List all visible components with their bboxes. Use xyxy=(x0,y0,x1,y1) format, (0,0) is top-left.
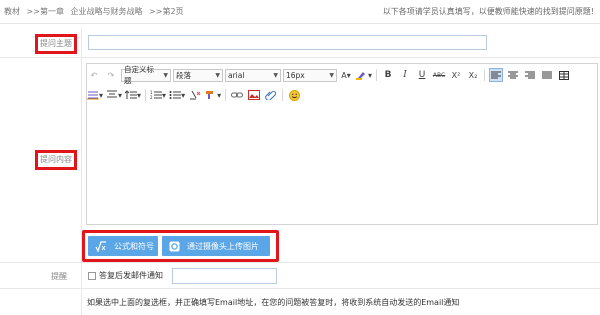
table-icon[interactable] xyxy=(557,68,571,82)
align-right-icon[interactable] xyxy=(523,68,537,82)
editor-scrollbar[interactable] xyxy=(591,108,597,224)
remove-format-icon[interactable] xyxy=(188,88,202,102)
bold-button[interactable]: B xyxy=(381,68,395,82)
email-notify-checkbox[interactable] xyxy=(88,272,96,280)
email-notify-label[interactable]: 答复后发邮件通知 xyxy=(99,270,163,281)
strikethrough-button[interactable]: ABC xyxy=(432,68,446,82)
note-row: 如果选中上面的复选框，并正确填写Email地址，在您的问题被答复时，将收到系统自… xyxy=(0,289,600,315)
heading-select[interactable]: 自定义标题 ▼ xyxy=(121,65,171,85)
format-painter-icon[interactable]: ▾ xyxy=(205,88,221,102)
emoji-icon[interactable] xyxy=(287,88,301,102)
form-hint: 以下各项请学员认真填写，以便教师能快速的找到提问原题! xyxy=(382,7,594,16)
subject-label-cell: 提问主题 xyxy=(0,28,82,57)
breadcrumb-item-chapter[interactable]: >>第一章 xyxy=(27,7,64,16)
align-center-icon[interactable] xyxy=(506,68,520,82)
breadcrumb-item-textbook[interactable]: 教材 xyxy=(4,7,20,16)
top-bar: 教材 >>第一章 企业战略与财务战略 >>第2页 以下各项请学员认真填写，以便教… xyxy=(0,0,600,24)
breadcrumb-item-section[interactable]: 企业战略与财务战略 xyxy=(71,7,143,16)
subject-row: 提问主题 xyxy=(0,28,600,58)
content-label: 提问内容 xyxy=(35,150,77,170)
toolbar-divider xyxy=(145,89,147,101)
paragraph-select[interactable]: 段落 ▼ xyxy=(173,68,223,82)
undo-icon[interactable]: ↶ xyxy=(87,68,101,82)
font-size-select-value: 16px xyxy=(286,70,305,80)
align-left-icon[interactable] xyxy=(489,68,504,82)
chevron-down-icon: ▼ xyxy=(273,71,278,79)
heading-select-value: 自定义标题 xyxy=(124,65,154,85)
attachment-icon[interactable] xyxy=(264,88,278,102)
font-size-select[interactable]: 16px ▼ xyxy=(283,68,337,82)
toolbar-divider xyxy=(282,89,284,101)
remind-label-cell: 提醒 xyxy=(0,263,82,288)
font-family-select-value: arial xyxy=(228,70,245,80)
paragraph-spacing-icon[interactable]: ▾ xyxy=(106,88,122,102)
redo-icon[interactable]: ↷ xyxy=(104,68,118,82)
ordered-list-icon[interactable]: 1 2 ▾ xyxy=(150,88,166,102)
align-justify-icon[interactable] xyxy=(540,68,554,82)
paragraph-select-value: 段落 xyxy=(176,70,191,80)
remind-row: 提醒 答复后发邮件通知 xyxy=(0,263,600,289)
superscript-button[interactable]: X² xyxy=(449,68,463,82)
toolbar-divider xyxy=(376,69,378,81)
link-icon[interactable] xyxy=(230,88,244,102)
formula-icon xyxy=(95,240,107,252)
line-height-icon[interactable]: ▾ xyxy=(87,88,103,102)
underline-button[interactable]: U xyxy=(415,68,429,82)
italic-button[interactable]: I xyxy=(398,68,412,82)
subject-input[interactable] xyxy=(88,35,487,50)
rich-text-editor: ↶ ↷ 自定义标题 ▼ 段落 ▼ arial ▼ 16px ▼ A▾ ▾ B I U A… xyxy=(86,63,598,225)
highlight-color-icon[interactable]: ▾ xyxy=(356,68,372,82)
subscript-button[interactable]: X₂ xyxy=(466,68,480,82)
camera-upload-button[interactable]: 通过摄像头上传图片 xyxy=(162,236,270,256)
editor-content-area[interactable] xyxy=(87,106,597,224)
formula-button[interactable]: 公式和符号 xyxy=(88,236,158,256)
image-icon[interactable] xyxy=(247,88,261,102)
camera-upload-button-label: 通过摄像头上传图片 xyxy=(187,241,259,251)
editor-toolbar-row-2: ▾ ▾ ▾ 1 2 ▾ ▾ ▾ xyxy=(87,86,597,104)
editor-action-buttons: 公式和符号 通过摄像头上传图片 xyxy=(82,230,279,262)
toolbar-divider xyxy=(484,69,486,81)
editor-toolbar-row-1: ↶ ↷ 自定义标题 ▼ 段落 ▼ arial ▼ 16px ▼ A▾ ▾ B I U A… xyxy=(87,65,597,85)
bullet-list-icon[interactable]: ▾ xyxy=(169,88,185,102)
indent-icon[interactable]: ▾ xyxy=(125,88,141,102)
breadcrumb-item-page[interactable]: >>第2页 xyxy=(149,7,184,16)
email-notify-note: 如果选中上面的复选框，并正确填写Email地址，在您的问题被答复时，将收到系统自… xyxy=(87,298,460,307)
subject-label: 提问主题 xyxy=(35,34,77,54)
font-color-icon[interactable]: A▾ xyxy=(339,68,353,82)
chevron-down-icon: ▼ xyxy=(163,71,168,79)
content-row: 提问内容 ↶ ↷ 自定义标题 ▼ 段落 ▼ arial ▼ 16px ▼ A▾ ▾ B … xyxy=(0,58,600,263)
svg-text:2: 2 xyxy=(150,95,153,100)
chevron-down-icon: ▼ xyxy=(215,71,220,79)
email-input[interactable] xyxy=(172,268,277,284)
content-label-cell: 提问内容 xyxy=(0,58,82,262)
font-family-select[interactable]: arial ▼ xyxy=(225,68,281,82)
note-label-cell xyxy=(0,289,82,315)
chevron-down-icon: ▼ xyxy=(329,71,334,79)
camera-icon xyxy=(169,241,180,252)
remind-label: 提醒 xyxy=(51,272,67,281)
toolbar-divider xyxy=(225,89,227,101)
breadcrumb: 教材 >>第一章 企业战略与财务战略 >>第2页 xyxy=(4,6,188,17)
formula-button-label: 公式和符号 xyxy=(114,241,154,251)
